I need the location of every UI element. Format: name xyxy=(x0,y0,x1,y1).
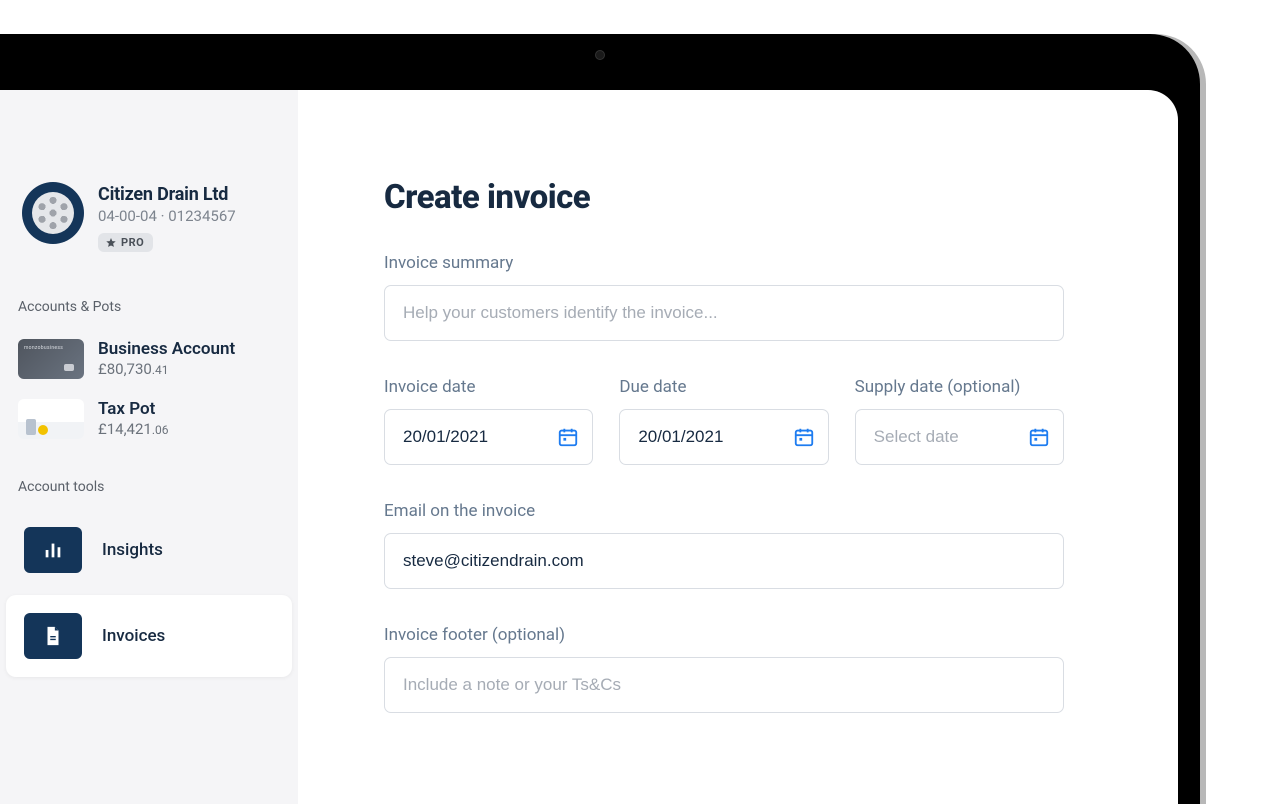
invoice-footer-input[interactable] xyxy=(384,657,1064,713)
sidebar-item-tax-pot[interactable]: Tax Pot £14,421.06 xyxy=(0,389,298,449)
supply-date-label: Supply date (optional) xyxy=(855,377,1064,397)
invoice-date-label: Invoice date xyxy=(384,377,593,397)
calendar-icon[interactable] xyxy=(555,424,581,450)
app-screen: Citizen Drain Ltd 04-00-04 · 01234567 PR… xyxy=(0,90,1178,804)
bar-chart-icon xyxy=(24,527,82,573)
email-label: Email on the invoice xyxy=(384,501,1064,521)
pot-icon xyxy=(18,399,84,439)
invoice-email-input[interactable] xyxy=(384,533,1064,589)
invoice-summary-input[interactable] xyxy=(384,285,1064,341)
sidebar-item-label: Invoices xyxy=(102,626,165,646)
page-title: Create invoice xyxy=(384,178,1178,217)
account-name: Tax Pot xyxy=(98,399,168,420)
sidebar-item-insights[interactable]: Insights xyxy=(6,509,292,591)
due-date-label: Due date xyxy=(619,377,828,397)
company-meta: 04-00-04 · 01234567 xyxy=(98,207,236,225)
calendar-icon[interactable] xyxy=(791,424,817,450)
account-balance: £14,421.06 xyxy=(98,420,168,439)
summary-label: Invoice summary xyxy=(384,253,1064,273)
calendar-icon[interactable] xyxy=(1026,424,1052,450)
star-icon xyxy=(105,237,117,249)
account-name: Business Account xyxy=(98,339,235,360)
sidebar-item-label: Insights xyxy=(102,540,163,560)
account-balance: £80,730.41 xyxy=(98,360,235,379)
card-icon: monzobusiness xyxy=(18,339,84,379)
device-frame: Citizen Drain Ltd 04-00-04 · 01234567 PR… xyxy=(0,34,1200,804)
tools-section-label: Account tools xyxy=(0,479,298,495)
document-icon xyxy=(24,613,82,659)
main-content: Create invoice Invoice summary Invoice d… xyxy=(298,90,1178,804)
sidebar: Citizen Drain Ltd 04-00-04 · 01234567 PR… xyxy=(0,90,298,804)
accounts-section-label: Accounts & Pots xyxy=(0,299,298,315)
company-block[interactable]: Citizen Drain Ltd 04-00-04 · 01234567 PR… xyxy=(0,90,298,253)
sidebar-item-business-account[interactable]: monzobusiness Business Account £80,730.4… xyxy=(0,329,298,389)
pro-badge: PRO xyxy=(98,233,153,252)
camera-icon xyxy=(595,50,605,60)
footer-label: Invoice footer (optional) xyxy=(384,625,1064,645)
company-name: Citizen Drain Ltd xyxy=(98,184,236,205)
sidebar-item-invoices[interactable]: Invoices xyxy=(6,595,292,677)
company-logo-icon xyxy=(22,182,84,244)
